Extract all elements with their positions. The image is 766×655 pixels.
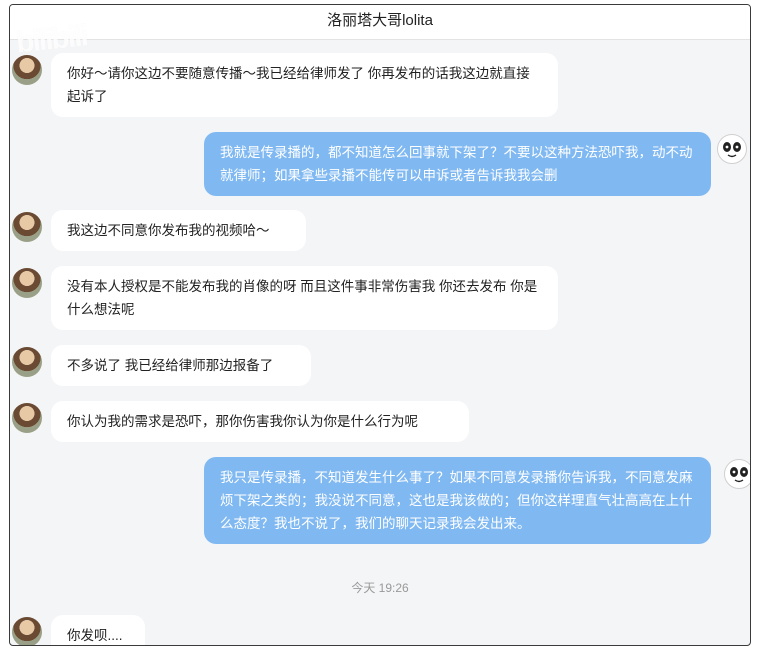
contact-avatar[interactable] (12, 268, 42, 298)
message-bubble-incoming: 不多说了 我已经给律师那边报备了 (51, 345, 311, 386)
message-bubble-incoming: 没有本人授权是不能发布我的肖像的呀 而且这件事非常伤害我 你还去发布 你是什么想… (51, 266, 558, 330)
chat-title: 洛丽塔大哥lolita (10, 5, 750, 40)
contact-avatar[interactable] (12, 403, 42, 433)
message-bubble-incoming: 你认为我的需求是恐吓，那你伤害我你认为你是什么行为呢 (51, 401, 469, 442)
message-bubble-incoming: 你好～请你这边不要随意传播～我已经给律师发了 你再发布的话我这边就直接起诉了 (51, 53, 558, 117)
my-avatar[interactable] (717, 134, 747, 164)
my-avatar[interactable] (724, 459, 750, 489)
contact-avatar[interactable] (12, 212, 42, 242)
contact-avatar[interactable] (12, 617, 42, 645)
time-divider: 今天 19:26 (351, 581, 409, 595)
message-bubble-incoming: 我这边不同意你发布我的视频哈～ (51, 210, 306, 251)
panda-face-icon (730, 467, 748, 483)
message-bubble-incoming: 你发呗.... (51, 615, 145, 645)
message-bubble-outgoing: 我只是传录播，不知道发生什么事了？如果不同意发录播你告诉我，不同意发麻烦下架之类… (204, 457, 711, 544)
message-bubble-outgoing: 我就是传录播的，都不知道怎么回事就下架了？不要以这种方法恐吓我，动不动就律师；如… (204, 132, 711, 196)
panda-face-icon (723, 142, 741, 158)
chat-window: 洛丽塔大哥lolita 你好～请你这边不要随意传播～我已经给律师发了 你再发布的… (9, 4, 751, 646)
contact-avatar[interactable] (12, 347, 42, 377)
